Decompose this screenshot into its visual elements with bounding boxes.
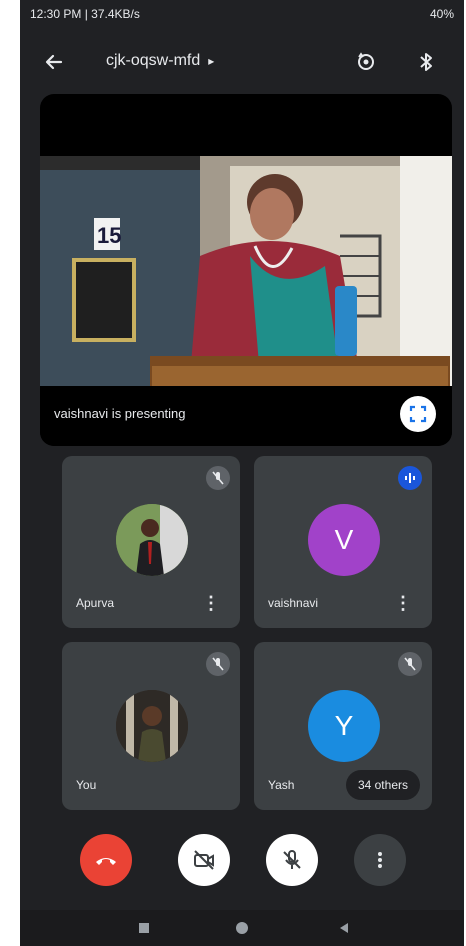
recents-icon[interactable]	[136, 920, 152, 936]
participant-name: Yash	[268, 778, 295, 792]
avatar	[116, 504, 188, 576]
others-count-button[interactable]: 34 others	[345, 770, 420, 800]
status-bar: 12:30 PM | 37.4KB/s 40%	[20, 0, 464, 28]
mic-off-icon	[206, 466, 230, 490]
more-options-icon[interactable]: ⋮	[394, 593, 412, 614]
avatar: V	[308, 504, 380, 576]
top-bar: cjk-oqsw-mfd ▸	[20, 40, 464, 84]
participant-name: You	[76, 778, 97, 792]
more-options-icon[interactable]: ⋮	[202, 593, 220, 614]
back-icon[interactable]	[336, 920, 352, 936]
home-icon[interactable]	[234, 920, 250, 936]
camera-toggle-button[interactable]	[178, 834, 230, 886]
participant-name: vaishnavi	[268, 596, 319, 610]
avatar-initial: V	[334, 524, 354, 555]
end-call-button[interactable]	[80, 834, 132, 886]
presenting-bar: vaishnavi is presenting	[40, 386, 452, 446]
chevron-right-icon: ▸	[208, 54, 215, 68]
call-controls	[20, 834, 464, 890]
mic-toggle-button[interactable]	[266, 834, 318, 886]
more-options-icon	[378, 852, 382, 868]
more-options-button[interactable]	[354, 834, 406, 886]
participant-tile-apurva[interactable]: Apurva ⋮	[62, 456, 240, 628]
presenting-label: vaishnavi is presenting	[54, 406, 186, 421]
meet-app-screen: 12:30 PM | 37.4KB/s 40% cjk-oqsw-mfd ▸ 1…	[20, 0, 464, 946]
switch-camera-icon[interactable]	[350, 46, 382, 78]
others-label: 34 others	[357, 778, 408, 792]
status-time: 12:30 PM | 37.4KB/s	[30, 7, 140, 21]
participant-tile-yash[interactable]: Y Yash 34 others	[254, 642, 432, 810]
participant-name: Apurva	[76, 596, 115, 610]
avatar	[116, 690, 188, 762]
avatar-initial: Y	[334, 710, 354, 741]
end-call-icon	[96, 858, 116, 865]
mic-off-icon	[398, 652, 422, 676]
participant-tile-vaishnavi[interactable]: V vaishnavi ⋮	[254, 456, 432, 628]
fullscreen-icon	[409, 405, 427, 423]
meeting-code: cjk-oqsw-mfd	[106, 52, 201, 69]
status-battery: 40%	[429, 7, 454, 21]
meeting-title[interactable]: cjk-oqsw-mfd ▸	[106, 52, 214, 70]
presenter-video-frame: 15	[40, 156, 452, 386]
presentation-stage: 15 vaishnavi is presenting	[40, 94, 452, 446]
room-number: 15	[97, 223, 121, 248]
back-arrow-icon[interactable]	[38, 46, 70, 78]
speaking-indicator-icon	[398, 466, 422, 490]
mic-off-icon	[206, 652, 230, 676]
navigation-bar	[20, 910, 464, 946]
avatar: Y	[308, 690, 380, 762]
mic-off-icon	[283, 850, 301, 869]
participant-tile-you[interactable]: You	[62, 642, 240, 810]
fullscreen-button[interactable]	[400, 396, 436, 432]
bluetooth-icon[interactable]	[410, 46, 442, 78]
presentation-video: 15	[40, 156, 452, 386]
camera-off-icon	[194, 850, 214, 870]
